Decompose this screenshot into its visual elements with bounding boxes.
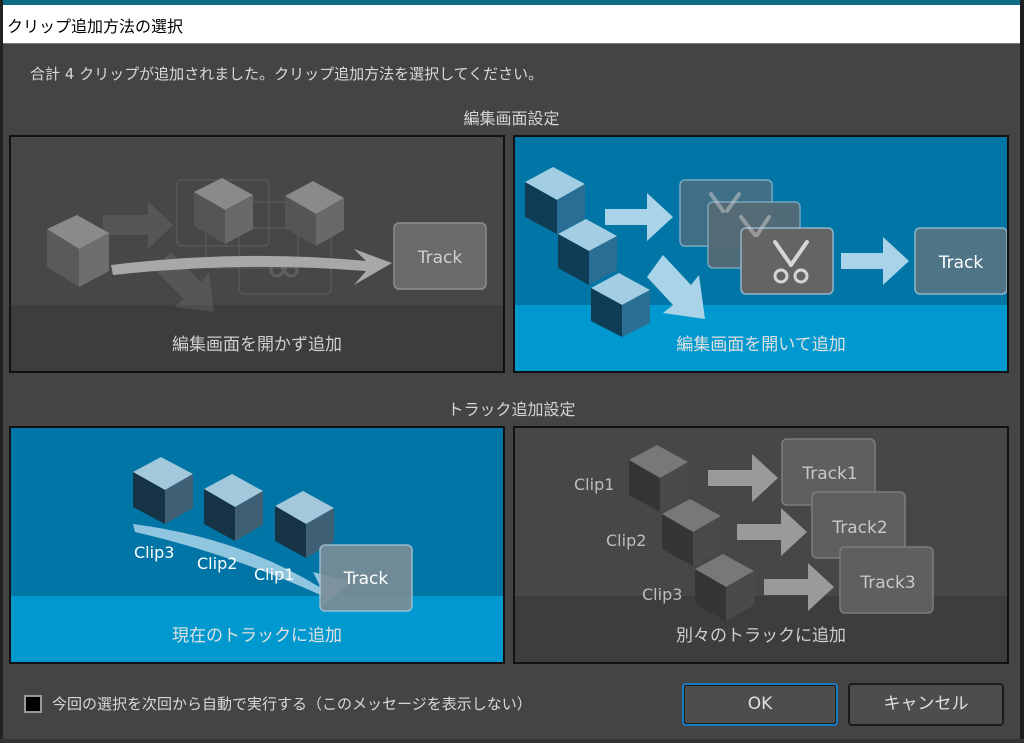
cancel-button[interactable]: キャンセル — [848, 683, 1004, 726]
info-message: 合計 4 クリップが追加されました。クリップ追加方法を選択してください。 — [30, 65, 544, 83]
cube-icon — [558, 219, 617, 285]
clip-label: Clip2 — [606, 531, 646, 550]
remember-choice-option[interactable]: 今回の選択を次回から自動で実行する（このメッセージを表示しない） — [24, 693, 532, 714]
option-add-to-current-track[interactable]: Clip3 Clip2 Clip1 Track 現在のトラックに追加 — [9, 426, 505, 664]
track-label: Track — [938, 253, 984, 273]
background-window-edge — [1020, 0, 1024, 743]
background-window-strip — [0, 739, 1024, 743]
track-label: Track1 — [801, 464, 857, 484]
section-title-track-add: トラック追加設定 — [447, 400, 576, 419]
title-bar[interactable]: クリップ追加方法の選択 — [3, 5, 1020, 44]
option-label: 別々のトラックに追加 — [676, 626, 846, 646]
track-label: Track — [417, 248, 463, 268]
option-label: 編集画面を開かず追加 — [172, 335, 342, 355]
option-add-without-edit-screen[interactable]: Track 編集画面を開かず追加 — [9, 135, 505, 373]
cube-icon — [662, 499, 721, 566]
clip-label: Clip3 — [134, 543, 174, 562]
option-add-with-edit-screen[interactable]: Track 編集画面を開いて追加 — [513, 135, 1009, 373]
arrow-icon — [103, 201, 173, 249]
clip-label: Clip1 — [254, 565, 294, 584]
arrow-icon — [708, 454, 778, 502]
clip-label: Clip3 — [642, 585, 682, 604]
option-label: 編集画面を開いて追加 — [676, 335, 846, 355]
option-label: 現在のトラックに追加 — [172, 626, 342, 646]
clip-label: Clip2 — [197, 554, 237, 573]
arrow-icon — [605, 193, 673, 241]
cube-icon — [591, 273, 650, 337]
track-label: Track3 — [859, 573, 915, 593]
remember-choice-label: 今回の選択を次回から自動で実行する（このメッセージを表示しない） — [52, 695, 532, 713]
cube-icon — [194, 178, 253, 244]
arrow-icon — [841, 237, 909, 285]
option-add-to-separate-tracks[interactable]: Clip1 Clip2 Clip3 Track1 Track2 Track3 別… — [513, 426, 1009, 664]
remember-choice-checkbox[interactable] — [24, 694, 42, 713]
cube-icon — [695, 554, 754, 621]
ok-button[interactable]: OK — [682, 683, 838, 726]
section-title-edit-screen: 編集画面設定 — [463, 109, 560, 128]
arrow-icon — [764, 563, 834, 611]
cube-icon — [133, 457, 193, 524]
scissors-card — [740, 227, 834, 295]
arrow-icon — [737, 508, 807, 556]
cube-icon — [525, 167, 585, 234]
dialog-title: クリップ追加方法の選択 — [7, 17, 184, 36]
cube-icon — [629, 445, 688, 512]
cube-icon — [285, 181, 344, 246]
clip-label: Clip1 — [574, 475, 614, 494]
clip-add-method-dialog: クリップ追加方法の選択 合計 4 クリップが追加されました。クリップ追加方法を選… — [3, 5, 1020, 739]
cube-icon — [204, 474, 263, 541]
cube-icon — [47, 215, 109, 287]
arrow-icon — [647, 255, 705, 319]
track-label: Track — [343, 569, 389, 589]
track-label: Track2 — [831, 518, 887, 538]
arrow-icon — [111, 249, 392, 285]
